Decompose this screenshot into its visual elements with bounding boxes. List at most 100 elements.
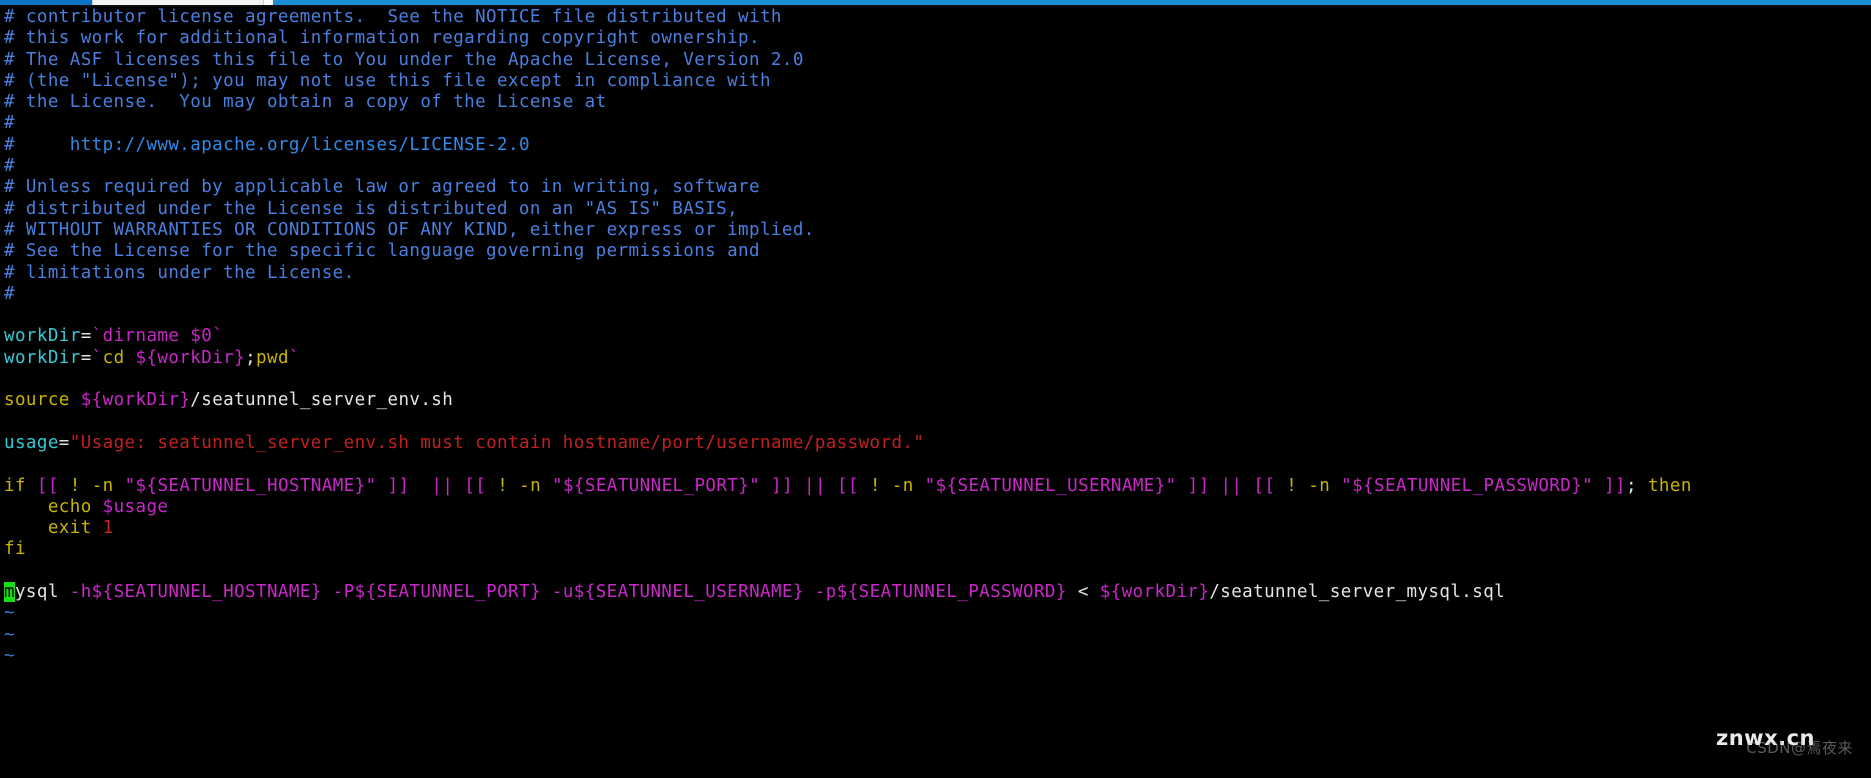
code-token: # [4, 113, 15, 134]
code-token: ! [69, 475, 81, 496]
code-token: # WITHOUT WARRANTIES OR CONDITIONS OF AN… [4, 219, 815, 240]
code-token: ~ [4, 645, 15, 666]
code-line[interactable]: # (the "License"); you may not use this … [0, 71, 1871, 92]
code-line[interactable]: workDir=`cd ${workDir};pwd` [0, 348, 1871, 369]
code-token: ${workDir} [1099, 582, 1210, 603]
code-line[interactable] [0, 369, 1871, 390]
code-line[interactable]: # limitations under the License. [0, 263, 1871, 284]
code-token: ; [1626, 475, 1637, 496]
code-token: # this work for additional information r… [4, 28, 760, 49]
code-line[interactable]: exit 1 [0, 518, 1871, 539]
code-token: $usage [102, 496, 169, 517]
code-line[interactable]: mysql -h${SEATUNNEL_HOSTNAME} -P${SEATUN… [0, 582, 1871, 603]
code-token: ~ [4, 624, 15, 645]
code-line[interactable]: echo $usage [0, 497, 1871, 518]
code-token: source [4, 390, 70, 411]
code-line[interactable]: # Unless required by applicable law or a… [0, 177, 1871, 198]
code-line[interactable]: # this work for additional information r… [0, 28, 1871, 49]
code-token: # See the License for the specific langu… [4, 241, 760, 262]
code-line[interactable]: # [0, 113, 1871, 134]
code-token: ${workDir} [135, 347, 246, 368]
code-line[interactable]: usage="Usage: seatunnel_server_env.sh mu… [0, 433, 1871, 454]
code-line[interactable]: # WITHOUT WARRANTIES OR CONDITIONS OF AN… [0, 220, 1871, 241]
code-token: ]] [771, 475, 794, 496]
code-line[interactable]: source ${workDir}/seatunnel_server_env.s… [0, 390, 1871, 411]
code-token: ysql [14, 582, 59, 603]
code-token: || [431, 475, 454, 496]
code-token: ` [212, 326, 224, 347]
code-token: ]] [1604, 475, 1627, 496]
code-token: ` [91, 347, 103, 368]
code-line[interactable] [0, 305, 1871, 326]
code-token: # contributor license agreements. See th… [4, 7, 782, 27]
code-token: fi [4, 539, 26, 560]
code-token: ; [245, 347, 257, 368]
code-line[interactable] [0, 454, 1871, 475]
code-token: # [4, 156, 15, 177]
code-token: || [1220, 475, 1243, 496]
code-line[interactable]: ~ [0, 625, 1871, 646]
terminal-vim-buffer[interactable]: # contributor license agreements. See th… [0, 7, 1871, 778]
code-token: # [4, 134, 70, 155]
code-token: "${SEATUNNEL_USERNAME}" [924, 475, 1177, 496]
code-token: ` [91, 326, 103, 347]
code-line[interactable]: ~ [0, 603, 1871, 624]
code-token: -u${SEATUNNEL_USERNAME} [551, 582, 804, 603]
code-line[interactable]: # See the License for the specific langu… [0, 241, 1871, 262]
code-token: ! [497, 475, 509, 496]
code-token: ` [288, 347, 300, 368]
code-token: ! [1286, 475, 1298, 496]
code-token: ]] [387, 475, 410, 496]
code-token: = [80, 326, 92, 347]
code-token: [[ [36, 475, 59, 496]
code-token: # Unless required by applicable law or a… [4, 177, 760, 198]
code-line[interactable]: # contributor license agreements. See th… [0, 7, 1871, 28]
code-token: # the License. You may obtain a copy of … [4, 92, 607, 113]
code-line[interactable]: # the License. You may obtain a copy of … [0, 92, 1871, 113]
code-line[interactable] [0, 412, 1871, 433]
code-token: = [58, 432, 70, 453]
code-token: -n [891, 475, 914, 496]
code-line[interactable]: # distributed under the License is distr… [0, 199, 1871, 220]
code-token: dirname $0 [102, 326, 213, 347]
code-line[interactable]: ~ [0, 646, 1871, 667]
code-token: 1 [102, 518, 114, 539]
code-line[interactable]: # http://www.apache.org/licenses/LICENSE… [0, 135, 1871, 156]
code-token: /seatunnel_server_mysql.sql [1209, 582, 1506, 603]
browser-tab-strip [0, 0, 1871, 7]
code-line[interactable]: workDir=`dirname $0` [0, 326, 1871, 347]
code-token: "${SEATUNNEL_PASSWORD}" [1341, 475, 1594, 496]
code-token: # distributed under the License is distr… [4, 198, 739, 219]
code-line[interactable]: # The ASF licenses this file to You unde… [0, 50, 1871, 71]
code-token: then [1647, 475, 1692, 496]
code-token: pwd [256, 347, 289, 368]
code-token: # limitations under the License. [4, 262, 355, 283]
code-line[interactable]: # [0, 156, 1871, 177]
code-token: [[ [836, 475, 859, 496]
code-line[interactable] [0, 561, 1871, 582]
code-line[interactable]: fi [0, 539, 1871, 560]
code-line[interactable]: if [[ ! -n "${SEATUNNEL_HOSTNAME}" ]] ||… [0, 476, 1871, 497]
code-line[interactable]: # [0, 284, 1871, 305]
